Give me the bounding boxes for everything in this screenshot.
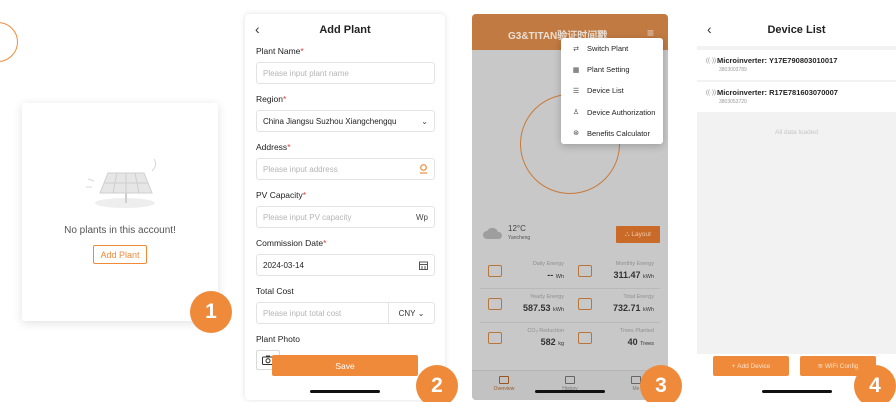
pv-capacity-input[interactable]: Please input PV capacity Wp xyxy=(256,206,435,228)
weather-city: Yancheng xyxy=(508,235,531,241)
chevron-down-icon: ⌄ xyxy=(421,117,428,126)
nav-bar: ‹ Device List xyxy=(697,14,896,46)
settings-icon: ▦ xyxy=(572,66,580,74)
step-badge-3: 3 xyxy=(640,365,682,402)
home-indicator xyxy=(761,390,832,393)
plant-name-input[interactable]: Please input plant name xyxy=(256,62,435,84)
tree-icon xyxy=(578,332,592,344)
calendar-icon xyxy=(488,265,502,277)
step-badge-2: 2 xyxy=(416,365,458,402)
address-label: Address xyxy=(256,142,288,152)
menu-item-benefits-calculator[interactable]: ⊛ Benefits Calculator xyxy=(561,123,663,144)
nav-bar: ‹ Add Plant xyxy=(245,14,445,46)
back-icon[interactable]: ‹ xyxy=(707,21,712,37)
add-plant-button[interactable]: Add Plant xyxy=(93,245,147,264)
overview-icon xyxy=(499,376,509,384)
tab-bar: Overview History Me xyxy=(472,370,668,400)
wifi-signal-icon: ((·)) xyxy=(706,58,716,64)
commission-date-input[interactable]: 2024-03-14 xyxy=(256,254,435,276)
solar-panel-illustration xyxy=(86,158,157,208)
trend-icon xyxy=(578,298,592,310)
switch-icon: ⇄ xyxy=(573,45,579,53)
step-badge-1: 1 xyxy=(190,291,232,333)
wifi-signal-icon: ((·)) xyxy=(706,90,716,96)
plant-photo-label: Plant Photo xyxy=(256,334,300,344)
menu-item-device-authorization[interactable]: ♙ Device Authorization xyxy=(561,102,663,123)
currency-select[interactable]: CNY ⌄ xyxy=(388,303,434,323)
region-value: China Jiangsu Suzhou Xiangchengqu xyxy=(263,116,397,126)
cloud-icon xyxy=(483,227,503,239)
list-icon: ☰ xyxy=(572,87,580,95)
home-indicator xyxy=(535,390,605,393)
co2-reduction-card: CO₂ Reduction 582 kg xyxy=(480,323,570,356)
add-plant-screen: ‹ Add Plant Plant Name* Please input pla… xyxy=(245,14,445,400)
page-title: Device List xyxy=(767,24,826,36)
total-energy-card: Total Energy 732.71 kWh xyxy=(570,289,660,322)
save-button[interactable]: Save xyxy=(272,355,418,376)
all-loaded-text: All data loaded xyxy=(774,129,818,136)
history-icon xyxy=(565,376,575,384)
menu-item-plant-setting[interactable]: ▦ Plant Setting xyxy=(561,59,663,80)
menu-item-device-list[interactable]: ☰ Device List xyxy=(561,80,663,101)
region-label: Region xyxy=(256,94,283,104)
energy-stats: Daily Energy -- Wh Monthly Energy 311.47… xyxy=(480,256,660,356)
step-badge-4: 4 xyxy=(854,365,896,402)
weather-temp: 12°C xyxy=(508,224,526,233)
bar-chart-icon xyxy=(488,298,502,310)
chevron-down-icon: ⌄ xyxy=(417,308,425,318)
address-input[interactable]: Please input address xyxy=(256,158,435,180)
device-list-item[interactable]: ((·)) Microinverter: Y17E790803010017 38… xyxy=(697,50,896,80)
plant-form: Plant Name* Please input plant name Regi… xyxy=(256,46,435,380)
empty-message: No plants in this account! xyxy=(64,225,176,236)
leaf-icon xyxy=(488,332,502,344)
plant-name-label: Plant Name xyxy=(256,46,301,56)
empty-plants-card: No plants in this account! Add Plant xyxy=(22,103,218,321)
daily-energy-card: Daily Energy -- Wh xyxy=(480,256,570,288)
plus-icon: + xyxy=(731,362,736,370)
location-icon[interactable] xyxy=(419,164,428,174)
calendar-icon[interactable] xyxy=(419,261,428,270)
user-icon: ♙ xyxy=(572,109,580,117)
wifi-icon: ≋ xyxy=(817,363,824,370)
calculator-icon: ⊛ xyxy=(573,130,579,138)
layout-button[interactable]: ⛬ Layout xyxy=(616,226,660,243)
monthly-energy-card: Monthly Energy 311.47 kWh xyxy=(570,256,660,288)
back-icon[interactable]: ‹ xyxy=(255,21,260,37)
pv-capacity-label: PV Capacity xyxy=(256,190,303,200)
region-select[interactable]: China Jiangsu Suzhou Xiangchengqu ⌄ xyxy=(256,110,435,132)
pv-unit: Wp xyxy=(416,213,428,222)
total-cost-input[interactable]: Please input total cost CNY ⌄ xyxy=(256,302,435,324)
yearly-energy-card: Yearly Energy 587.53 kWh xyxy=(480,289,570,322)
device-list-item[interactable]: ((·)) Microinverter: R17E781603070007 38… xyxy=(697,82,896,112)
device-list-screen: ‹ Device List ((·)) Microinverter: Y17E7… xyxy=(697,14,896,400)
add-device-button[interactable]: + Add Device xyxy=(713,356,789,376)
menu-item-switch-plant[interactable]: ⇄ Switch Plant xyxy=(561,38,663,59)
tab-overview[interactable]: Overview xyxy=(484,376,524,392)
home-indicator xyxy=(310,390,380,393)
plant-menu-dropdown: ⇄ Switch Plant ▦ Plant Setting ☰ Device Lis… xyxy=(561,38,663,144)
decorative-ring xyxy=(0,22,18,62)
layout-icon: ⛬ xyxy=(625,230,630,238)
trees-planted-card: Trees Planted 40 Trees xyxy=(570,323,660,356)
calendar-month-icon xyxy=(578,265,592,277)
weather-widget: 12°C Yancheng xyxy=(482,224,542,246)
total-cost-label: Total Cost xyxy=(256,286,294,296)
commission-date-label: Commission Date xyxy=(256,238,324,248)
page-title: Add Plant xyxy=(319,24,371,36)
